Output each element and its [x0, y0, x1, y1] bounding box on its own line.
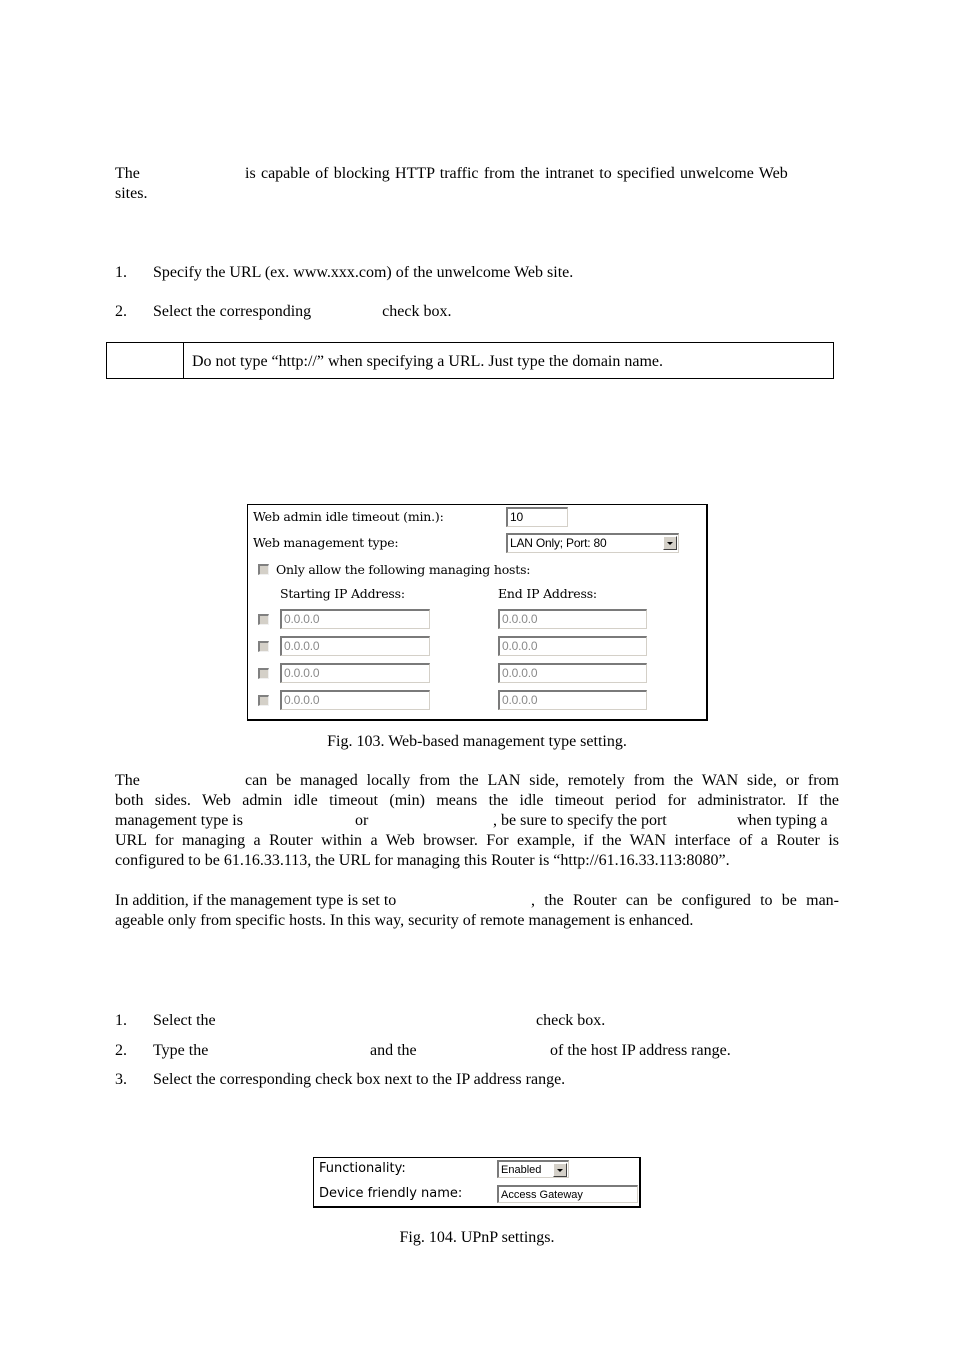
start-ip-header: Starting IP Address: [280, 586, 405, 601]
mgmt-para-l2: both sides. Web admin idle timeout (min)… [115, 792, 839, 809]
dropdown-arrow-icon[interactable] [553, 1163, 567, 1177]
host-step-3: 3. Select the corresponding check box nex… [115, 1071, 566, 1088]
idle-timeout-input[interactable]: 10 [506, 507, 568, 527]
fig103-caption: Fig. 103. Web-based management type sett… [327, 733, 627, 750]
block-step-1: 1. Specify the URL (ex. www.xxx.com) of t… [115, 264, 574, 281]
start-ip-input[interactable]: 0.0.0.0 [280, 636, 430, 656]
start-ip-input[interactable]: 0.0.0.0 [280, 609, 430, 629]
host-row-checkbox[interactable] [258, 614, 269, 625]
idle-timeout-label: Web admin idle timeout (min.): [253, 509, 444, 524]
mgmt-para-l4: URL for managing a Router within a Web b… [115, 832, 839, 849]
start-ip-input[interactable]: 0.0.0.0 [280, 663, 430, 683]
mgmt-type-select[interactable]: LAN Only; Port: 80 [506, 533, 679, 553]
dropdown-arrow-icon[interactable] [663, 536, 677, 550]
host-row-checkbox[interactable] [258, 641, 269, 652]
mgmt-para-l3b: or [355, 812, 369, 829]
host-row-checkbox[interactable] [258, 695, 269, 706]
host-step-2-tail: of the host IP address range. [550, 1042, 731, 1059]
device-name-input[interactable]: Access Gateway [497, 1185, 638, 1203]
note-text: Do not type “http://” when specifying a … [192, 353, 664, 370]
end-ip-input[interactable]: 0.0.0.0 [498, 636, 647, 656]
host-step-2: 2. Type the [115, 1042, 209, 1059]
mgmt-para-l5: configured to be 61.16.33.113, the URL f… [115, 852, 730, 869]
intro-text-line1: is capable of blocking HTTP traffic from… [245, 165, 788, 182]
fig104-caption: Fig. 104. UPnP settings. [399, 1229, 555, 1246]
addition-para-l2: ageable only from specific hosts. In thi… [115, 912, 694, 929]
functionality-value: Enabled [501, 1164, 542, 1176]
end-ip-header: End IP Address: [498, 586, 597, 601]
upnp-settings-panel: Functionality: Enabled Device friendly n… [313, 1157, 641, 1208]
note-box: Do not type “http://” when specifying a … [106, 342, 834, 379]
host-step-2-mid: and the [370, 1042, 417, 1059]
device-name-label: Device friendly name: [319, 1186, 463, 1201]
mgmt-para-l3a: management type is [115, 812, 243, 829]
allow-hosts-label: Only allow the following managing hosts: [276, 562, 531, 577]
host-step-1-tail: check box. [536, 1012, 606, 1029]
mgmt-para-l3c: , be sure to specify the port [493, 812, 667, 829]
functionality-select[interactable]: Enabled [497, 1160, 569, 1178]
functionality-label: Functionality: [319, 1161, 406, 1176]
host-step-1: 1. Select the [115, 1012, 216, 1029]
note-label-cell [107, 343, 184, 378]
mgmt-type-value: LAN Only; Port: 80 [510, 536, 607, 550]
block-step-2: 2. Select the corresponding check box. [115, 303, 452, 320]
end-ip-input[interactable]: 0.0.0.0 [498, 690, 647, 710]
mgmt-para-l1b: can be managed locally from the LAN side… [245, 772, 839, 789]
addition-para-l1a: In addition, if the management type is s… [115, 892, 397, 909]
web-management-panel: Web admin idle timeout (min.): 10 Web ma… [247, 504, 708, 721]
start-ip-input[interactable]: 0.0.0.0 [280, 690, 430, 710]
mgmt-para-l1a: The [115, 772, 140, 789]
mgmt-para-l3d: when typing a [737, 812, 828, 829]
intro-word-the: The [115, 165, 140, 182]
intro-text-line2: sites. [115, 185, 148, 202]
end-ip-input[interactable]: 0.0.0.0 [498, 609, 647, 629]
mgmt-type-label: Web management type: [253, 535, 399, 550]
end-ip-input[interactable]: 0.0.0.0 [498, 663, 647, 683]
addition-para-l1b: , the Router can be configured to be man… [531, 892, 839, 909]
allow-hosts-checkbox[interactable] [258, 564, 269, 575]
host-row-checkbox[interactable] [258, 668, 269, 679]
